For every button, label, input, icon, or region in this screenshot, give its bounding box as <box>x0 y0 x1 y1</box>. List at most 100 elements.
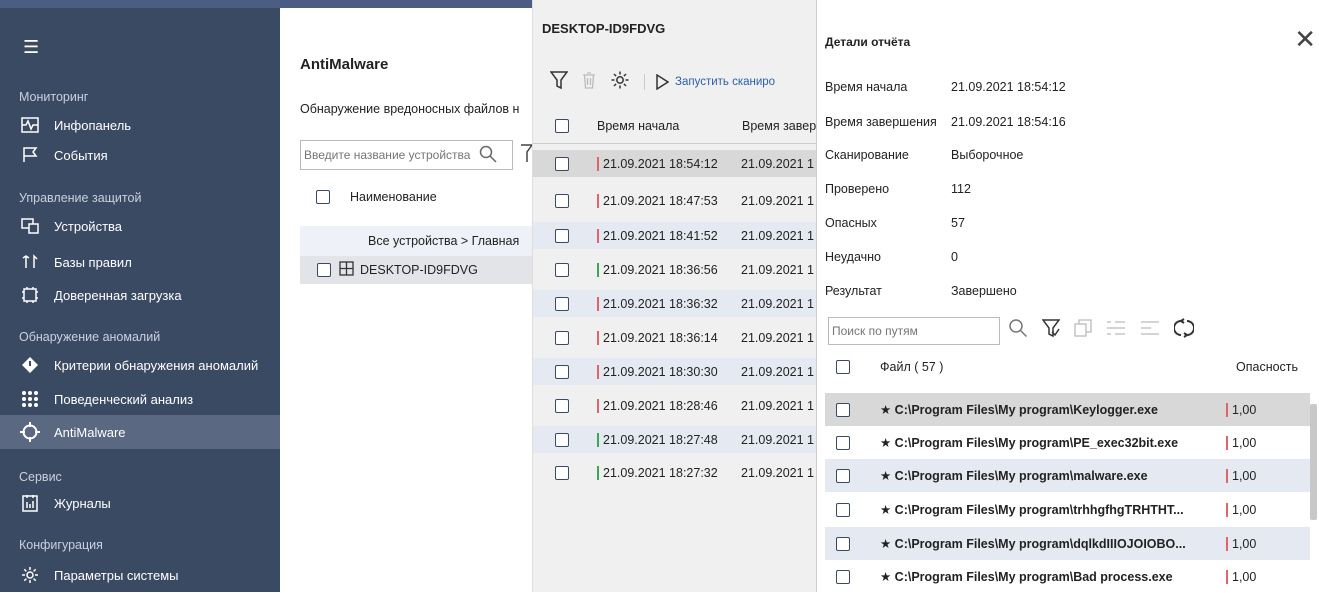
scan-row-checkbox[interactable] <box>555 262 569 277</box>
report-field-key: Проверено <box>825 182 890 196</box>
scan-row[interactable]: 21.09.2021 18:36:56 21.09.2021 1 <box>533 256 817 283</box>
page-description: Обнаружение вредоносных файлов н <box>300 102 520 116</box>
scan-row-checkbox[interactable] <box>555 228 569 243</box>
sidebar-item-behavior[interactable]: Поведенческий анализ <box>0 382 280 416</box>
file-row[interactable]: ★ C:\Program Files\My program\dqlkdIIIOJ… <box>825 527 1310 560</box>
danger-indicator <box>1226 435 1228 450</box>
scan-row[interactable]: 21.09.2021 18:41:52 21.09.2021 1 <box>533 222 817 249</box>
scan-status-indicator <box>597 364 599 379</box>
filter-icon[interactable] <box>520 143 534 168</box>
scan-row[interactable]: 21.09.2021 18:36:32 21.09.2021 1 <box>533 290 817 317</box>
danger-value: 1,00 <box>1232 402 1257 417</box>
file-row-checkbox[interactable] <box>836 468 850 483</box>
search-icon[interactable] <box>479 145 497 166</box>
path-search-input[interactable] <box>829 324 969 338</box>
file-path: ★ C:\Program Files\My program\trhhgfhgTR… <box>880 503 1184 517</box>
scan-row-checkbox[interactable] <box>555 364 569 379</box>
scan-row[interactable]: 21.09.2021 18:27:32 21.09.2021 1 <box>533 459 817 486</box>
file-row[interactable]: ★ C:\Program Files\My program\malware.ex… <box>825 459 1310 492</box>
copy-icon[interactable] <box>1074 319 1092 340</box>
scan-status-indicator <box>597 432 599 447</box>
section-config: Конфигурация <box>19 538 103 552</box>
devices-icon <box>19 215 41 237</box>
expand-list-icon[interactable] <box>1140 320 1160 339</box>
file-row[interactable]: ★ C:\Program Files\My program\Bad proces… <box>825 560 1310 593</box>
section-service: Сервис <box>19 470 62 484</box>
file-row-checkbox[interactable] <box>836 569 850 584</box>
scan-status-indicator <box>597 296 599 311</box>
scan-row-checkbox[interactable] <box>555 398 569 413</box>
scan-end-time: 21.09.2021 1 <box>741 398 814 413</box>
trusted-boot-icon <box>19 284 41 306</box>
scan-row[interactable]: 21.09.2021 18:27:48 21.09.2021 1 <box>533 426 817 453</box>
file-row[interactable]: ★ C:\Program Files\My program\Keylogger.… <box>825 393 1310 426</box>
files-scrollbar[interactable] <box>1310 404 1317 520</box>
device-search-input[interactable] <box>301 148 479 162</box>
scan-row-checkbox[interactable] <box>555 330 569 345</box>
file-row-checkbox[interactable] <box>836 536 850 551</box>
report-panel: Детали отчёта ✕ Время начала 21.09.2021 1… <box>816 0 1319 593</box>
delete-icon[interactable] <box>582 71 596 92</box>
section-monitoring: Мониторинг <box>19 90 89 104</box>
filter-icon[interactable] <box>1041 318 1061 341</box>
danger-value: 1,00 <box>1232 435 1257 450</box>
sidebar-item-trusted-boot[interactable]: Доверенная загрузка <box>0 278 280 312</box>
scan-start-time: 21.09.2021 18:30:30 <box>603 364 718 379</box>
collapse-list-icon[interactable] <box>1106 320 1126 339</box>
sidebar-item-dashboard[interactable]: Инфопанель <box>0 108 280 142</box>
file-row[interactable]: ★ C:\Program Files\My program\trhhgfhgTR… <box>825 493 1310 526</box>
scan-start-time: 21.09.2021 18:36:14 <box>603 330 718 345</box>
settings-icon[interactable] <box>610 70 630 93</box>
scan-row[interactable]: 21.09.2021 18:36:14 21.09.2021 1 <box>533 324 817 351</box>
file-row-checkbox[interactable] <box>836 435 850 450</box>
sidebar-item-label: Журналы <box>54 495 111 511</box>
select-all-files-checkbox[interactable] <box>836 360 850 374</box>
sidebar-item-events[interactable]: События <box>0 138 280 172</box>
sidebar-item-journals[interactable]: Журналы <box>0 486 280 520</box>
device-search <box>300 140 513 170</box>
sidebar-item-settings[interactable]: Параметры системы <box>0 558 280 592</box>
scan-row-checkbox[interactable] <box>555 432 569 447</box>
sidebar-item-anomaly-criteria[interactable]: Критерии обнаружения аномалий <box>0 348 280 382</box>
scan-row[interactable]: 21.09.2021 18:28:46 21.09.2021 1 <box>533 392 817 419</box>
sidebar-item-devices[interactable]: Устройства <box>0 209 280 243</box>
sidebar-item-label: Параметры системы <box>54 567 179 583</box>
scan-row[interactable]: 21.09.2021 18:30:30 21.09.2021 1 <box>533 358 817 385</box>
refresh-icon[interactable] <box>1173 318 1195 341</box>
breadcrumb[interactable]: Все устройства > Главная <box>300 226 532 256</box>
scan-row-checkbox[interactable] <box>555 296 569 311</box>
scan-row[interactable]: 21.09.2021 18:47:53 21.09.2021 1 <box>533 187 817 214</box>
report-field-key: Сканирование <box>825 148 909 162</box>
device-row[interactable]: DESKTOP-ID9FDVG <box>300 256 532 284</box>
scan-start-time: 21.09.2021 18:36:32 <box>603 296 718 311</box>
run-scan-button[interactable]: Запустить сканиро <box>644 73 775 90</box>
scan-row-checkbox[interactable] <box>555 465 569 480</box>
search-icon[interactable] <box>1008 318 1028 341</box>
behavior-icon <box>19 388 41 410</box>
filter-icon[interactable] <box>549 70 569 93</box>
scan-end-time: 21.09.2021 1 <box>741 465 814 480</box>
report-field: Неудачно 0 <box>825 250 958 264</box>
report-field: Результат Завершено <box>825 284 1017 298</box>
column-file: Файл ( 57 ) <box>880 360 944 374</box>
gear-icon <box>19 564 41 586</box>
scan-row-checkbox[interactable] <box>555 156 569 171</box>
file-row[interactable]: ★ C:\Program Files\My program\PE_exec32b… <box>825 426 1310 459</box>
select-all-scans-checkbox[interactable] <box>555 118 569 133</box>
close-icon[interactable]: ✕ <box>1294 26 1316 52</box>
sidebar-item-antimalware[interactable]: AntiMalware <box>0 415 280 449</box>
report-field-key: Результат <box>825 284 882 298</box>
select-all-checkbox[interactable] <box>316 190 330 204</box>
sidebar-item-label: Критерии обнаружения аномалий <box>54 357 259 373</box>
scan-row[interactable]: 21.09.2021 18:54:12 21.09.2021 1 <box>533 150 817 177</box>
sidebar-item-label: Поведенческий анализ <box>54 391 194 407</box>
file-row-checkbox[interactable] <box>836 502 850 517</box>
column-name: Наименование <box>350 190 437 204</box>
device-table-header: Наименование <box>316 190 437 204</box>
column-start: Время начала <box>597 118 680 133</box>
sidebar-item-rules[interactable]: Базы правил <box>0 245 280 279</box>
scan-row-checkbox[interactable] <box>555 193 569 208</box>
device-checkbox[interactable] <box>317 263 331 277</box>
menu-icon[interactable]: ☰ <box>23 38 39 56</box>
file-row-checkbox[interactable] <box>836 402 850 417</box>
